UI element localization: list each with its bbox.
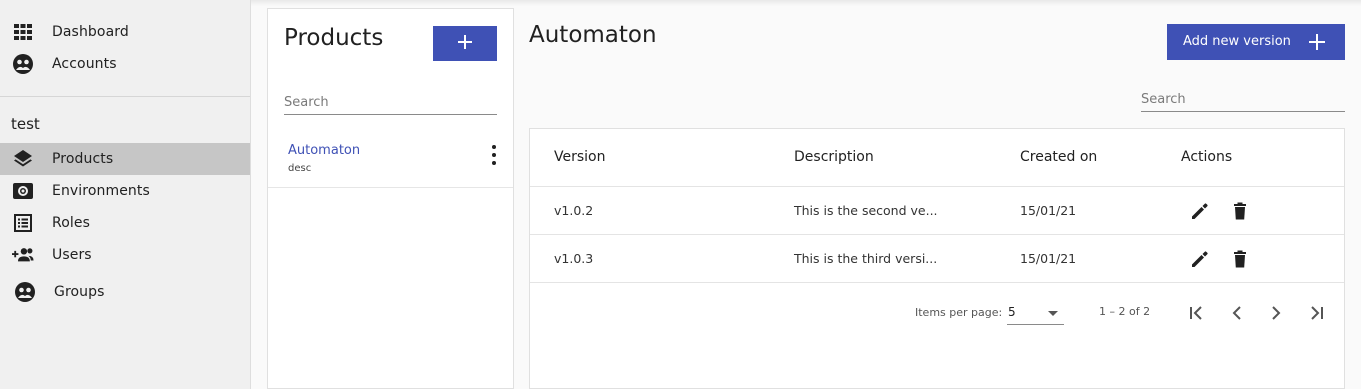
sidebar-item-users[interactable]: Users (0, 239, 250, 271)
page-size-select[interactable]: 5 (1007, 303, 1064, 325)
cell-version: v1.0.2 (554, 203, 594, 218)
accounts-icon (12, 53, 34, 75)
plus-icon (1308, 33, 1326, 51)
cell-created-on: 15/01/21 (1020, 251, 1077, 266)
group-add-icon (12, 244, 34, 266)
last-page-icon[interactable] (1304, 301, 1328, 325)
sidebar-item-label: Groups (54, 284, 105, 300)
page-title: Automaton (529, 22, 657, 48)
cell-description: This is the second ve... (794, 203, 938, 218)
previous-page-icon[interactable] (1225, 301, 1249, 325)
delete-icon[interactable] (1230, 201, 1250, 221)
sidebar-group-title: test (11, 115, 40, 133)
sidebar-divider (0, 96, 250, 97)
sidebar-item-label: Dashboard (52, 24, 129, 40)
cell-version: v1.0.3 (554, 251, 594, 266)
edit-icon[interactable] (1190, 201, 1210, 221)
versions-search (1141, 88, 1345, 112)
plus-icon (457, 34, 473, 54)
sidebar-item-label: Accounts (52, 56, 117, 72)
versions-search-input[interactable] (1141, 88, 1345, 111)
products-panel: Products Automaton desc (267, 8, 514, 389)
page-range-label: 1 – 2 of 2 (1099, 305, 1151, 318)
add-new-version-button[interactable]: Add new version (1167, 24, 1345, 60)
sidebar-item-label: Roles (52, 215, 90, 231)
sidebar: Dashboard Accounts test Products Environ… (0, 0, 251, 389)
versions-table: Version Description Created on Actions v… (529, 128, 1345, 389)
sidebar-item-roles[interactable]: Roles (0, 207, 250, 239)
items-per-page-label: Items per page: (915, 306, 1003, 319)
sidebar-item-dashboard[interactable]: Dashboard (0, 16, 250, 48)
products-title: Products (284, 25, 384, 51)
first-page-icon[interactable] (1185, 301, 1209, 325)
product-list-item[interactable]: Automaton desc (268, 133, 513, 188)
table-row: v1.0.3 This is the third versi... 15/01/… (530, 234, 1344, 282)
next-page-icon[interactable] (1264, 301, 1288, 325)
groups-icon (14, 281, 36, 303)
add-product-button[interactable] (433, 26, 497, 61)
edit-icon[interactable] (1190, 249, 1210, 269)
dropdown-arrow-icon (1048, 311, 1058, 316)
sidebar-item-environments[interactable]: Environments (0, 175, 250, 207)
product-description: desc (288, 163, 312, 174)
column-header-created-on[interactable]: Created on (1020, 149, 1097, 165)
column-header-actions: Actions (1181, 149, 1233, 165)
sidebar-item-label: Environments (52, 183, 150, 199)
more-vert-icon[interactable] (490, 145, 498, 165)
grid-icon (12, 21, 34, 43)
sidebar-item-groups[interactable]: Groups (0, 276, 250, 308)
sidebar-item-label: Products (52, 151, 114, 167)
table-row: v1.0.2 This is the second ve... 15/01/21 (530, 186, 1344, 234)
environments-icon (12, 180, 34, 202)
product-name: Automaton (288, 143, 361, 158)
top-shadow (251, 0, 1361, 6)
products-search-input[interactable] (284, 91, 497, 114)
add-new-version-label: Add new version (1183, 34, 1291, 49)
column-header-version[interactable]: Version (554, 149, 605, 165)
column-header-description[interactable]: Description (794, 149, 874, 165)
list-icon (12, 212, 34, 234)
sidebar-item-accounts[interactable]: Accounts (0, 48, 250, 80)
delete-icon[interactable] (1230, 249, 1250, 269)
products-search (284, 91, 497, 115)
sidebar-item-products[interactable]: Products (0, 143, 250, 175)
cell-created-on: 15/01/21 (1020, 203, 1077, 218)
page-size-value: 5 (1008, 305, 1016, 319)
paginator: Items per page: 5 1 – 2 of 2 (530, 282, 1344, 342)
cell-description: This is the third versi... (794, 251, 938, 266)
layers-icon (12, 148, 34, 170)
sidebar-item-label: Users (52, 247, 92, 263)
